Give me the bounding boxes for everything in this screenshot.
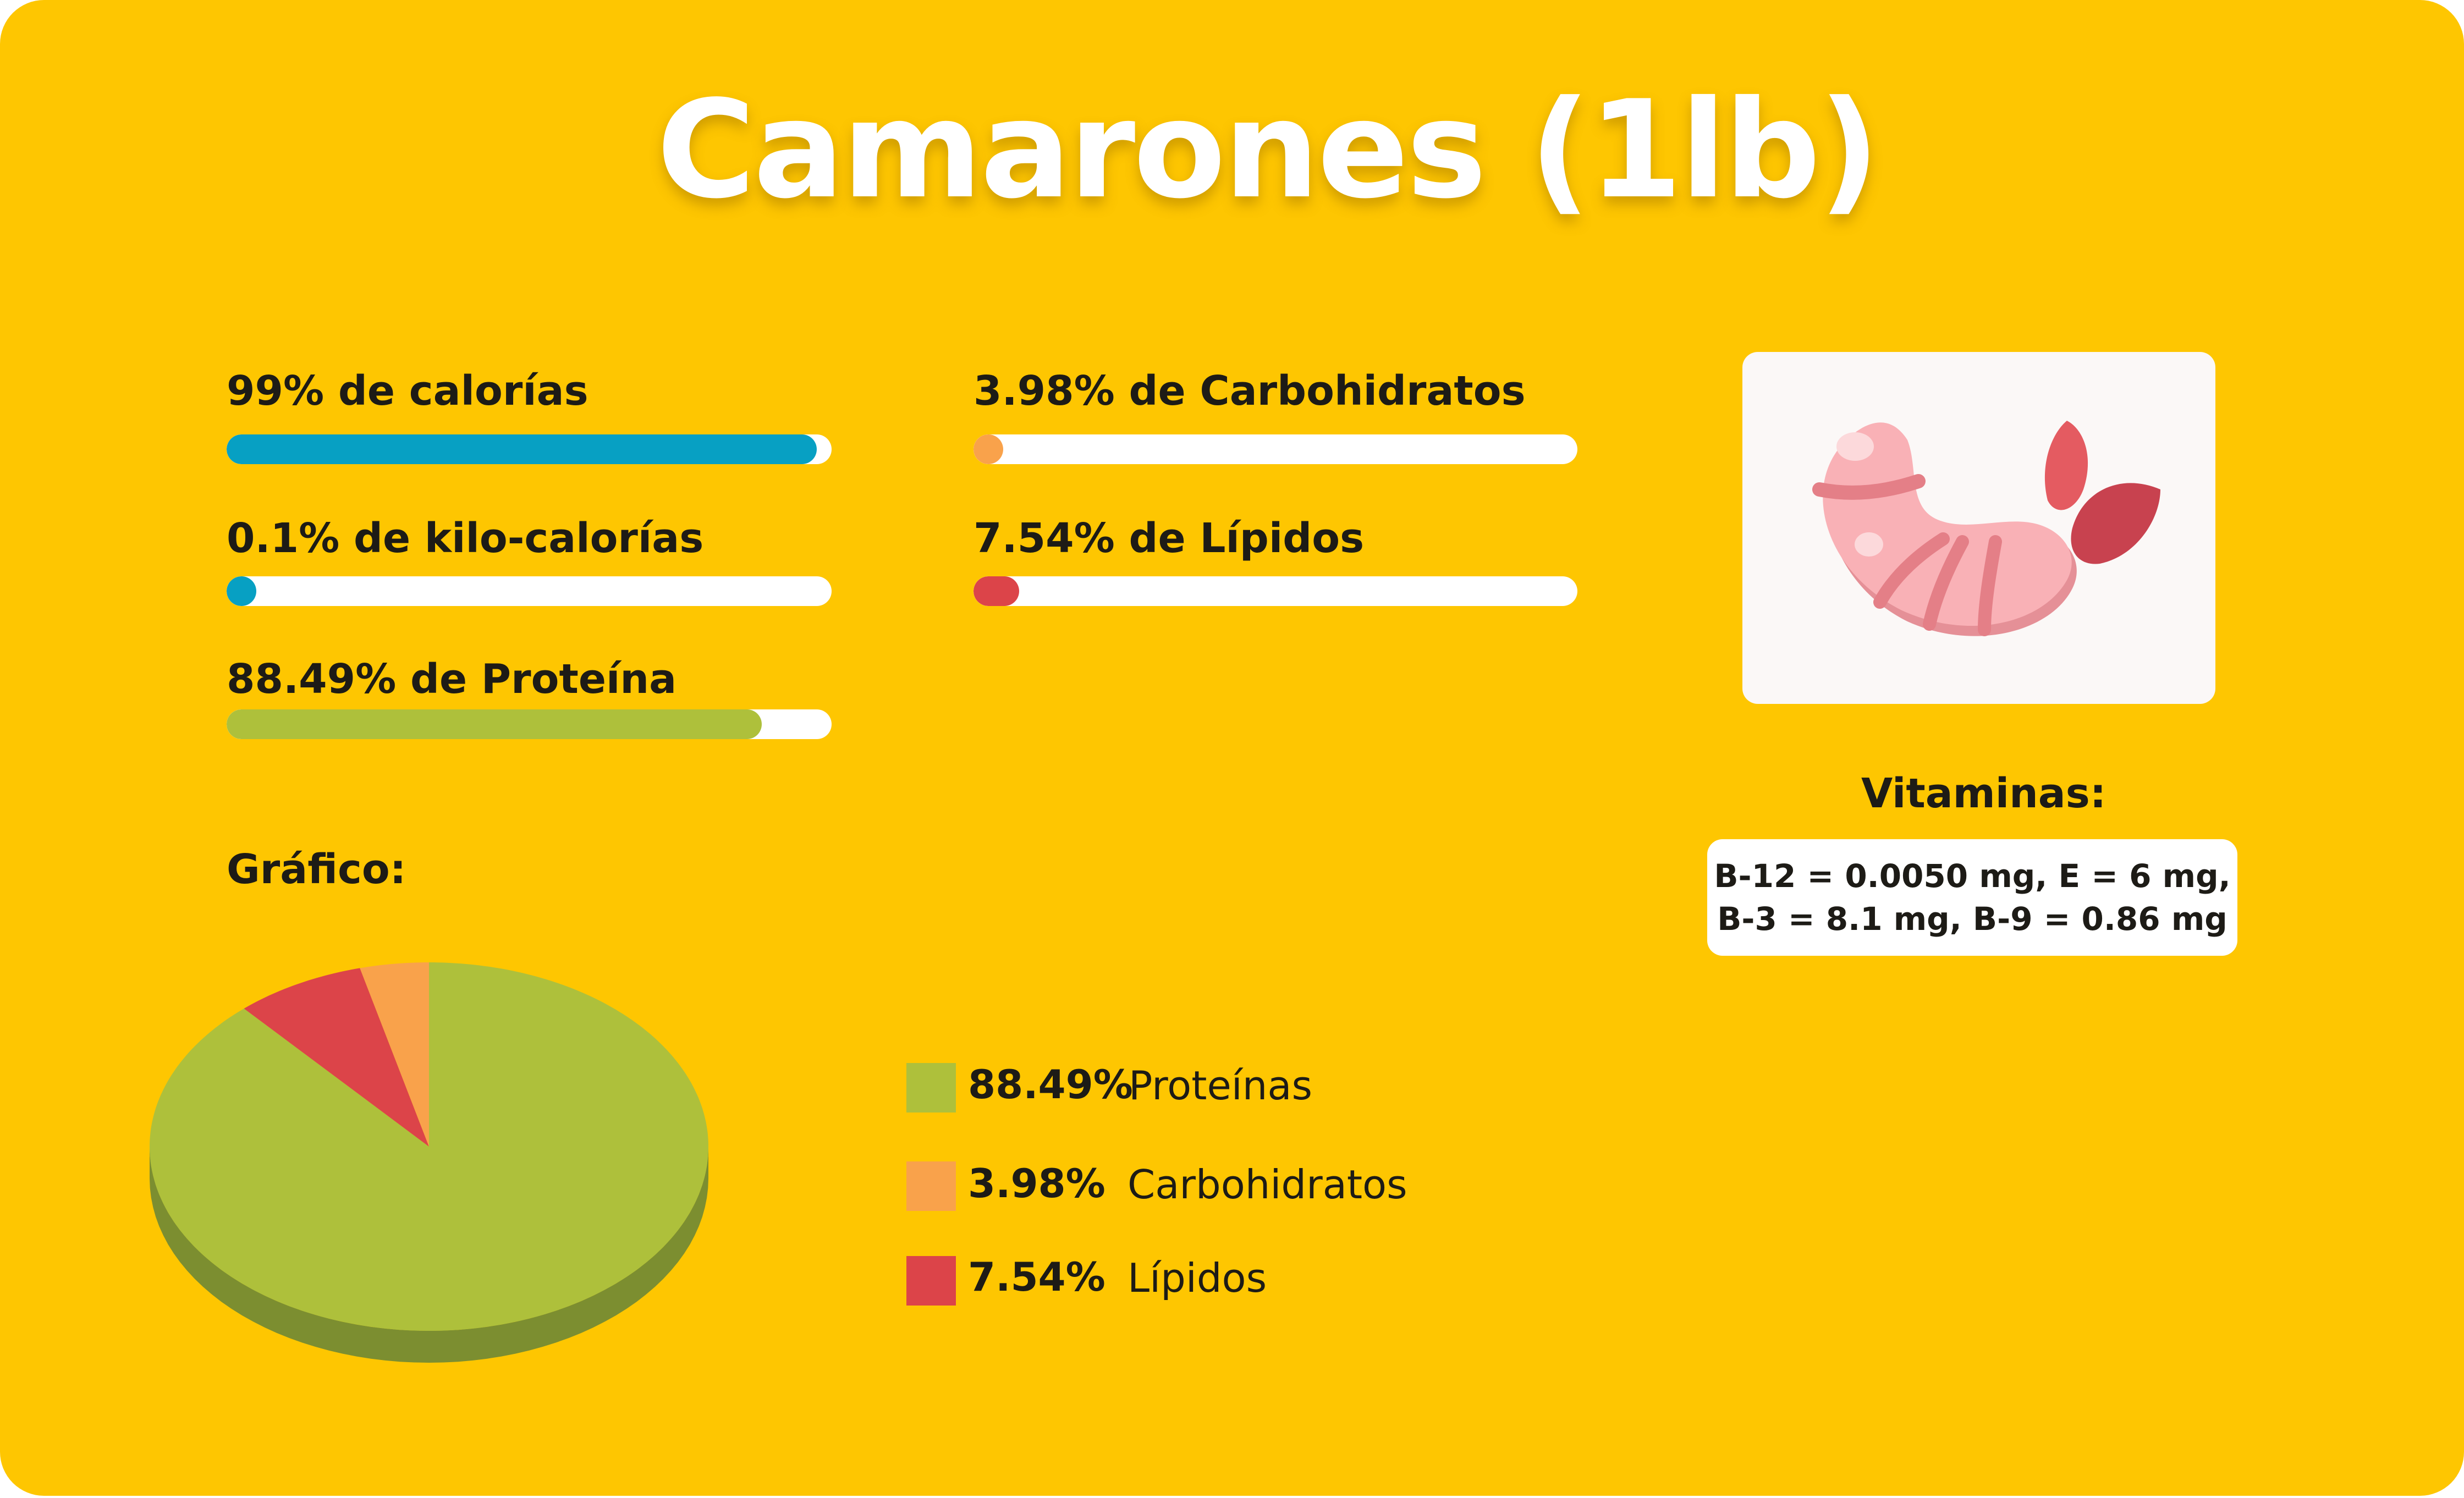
kilocalories-fill [227,576,256,606]
kilocalories-track [227,576,832,606]
vitamins-label: Vitaminas: [1861,770,2106,817]
calories-track [227,434,832,464]
legend-value-proteins: 88.49% [968,1061,1133,1108]
nutrition-card: Camarones (1lb) 99% de calorías 0.1% de … [0,0,2464,1496]
shrimp-tail-fin-back [2044,421,2088,510]
page-title: Camarones (1lb) [656,71,1880,228]
legend-name-proteins: Proteínas [1129,1062,1313,1109]
legend-swatch-lipids [906,1256,956,1306]
pie-chart [150,962,708,1363]
lipids-label: 7.54% de Lípidos [974,515,1365,562]
shrimp-icon [1812,421,2160,636]
calories-fill [227,434,817,464]
shrimp-tail-fin-front [2071,483,2160,564]
vitamins-line-2: B-3 = 8.1 mg, B-9 = 0.86 mg [1717,900,2228,938]
kilocalories-label: 0.1% de kilo-calorías [227,515,704,562]
legend-swatch-carbohydrates [906,1161,956,1211]
legend-name-carbohydrates: Carbohidratos [1128,1161,1407,1208]
carbohydrates-fill [974,434,1003,464]
carbohydrates-label: 3.98% de Carbohidratos [974,367,1526,415]
calories-label: 99% de calorías [227,367,588,415]
shrimp-image-panel [1742,352,2215,704]
legend-swatch-proteins [906,1063,956,1113]
carbohydrates-track [974,434,1577,464]
legend-value-carbohydrates: 3.98% [968,1160,1106,1207]
protein-fill [227,709,762,739]
lipids-fill [974,576,1019,606]
vitamins-line-1: B-12 = 0.0050 mg, E = 6 mg, [1714,857,2231,895]
legend-value-lipids: 7.54% [968,1254,1106,1300]
vitamins-box: B-12 = 0.0050 mg, E = 6 mg, B-3 = 8.1 mg… [1707,839,2237,956]
protein-label: 88.49% de Proteína [227,656,677,703]
lipids-track [974,576,1577,606]
protein-track [227,709,832,739]
legend-name-lipids: Lípidos [1128,1255,1267,1301]
